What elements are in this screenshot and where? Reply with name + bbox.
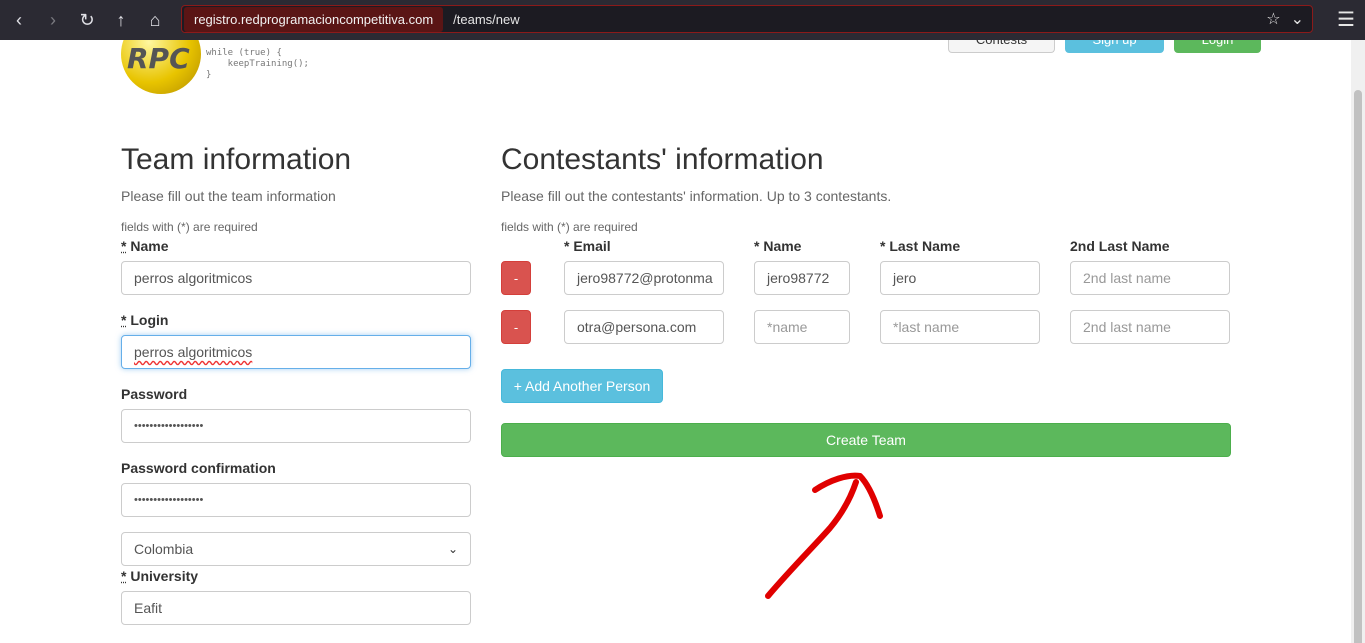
password-label: Password [121, 386, 188, 402]
upload-icon[interactable]: ↑ [106, 5, 136, 35]
page-scrollbar[interactable] [1351, 40, 1365, 643]
scroll-thumb[interactable] [1354, 90, 1362, 643]
col-name-header: * Name [754, 238, 802, 254]
password-confirmation-label: Password confirmation [121, 460, 276, 476]
logo-code-snippet: while (true) { keepTraining(); } [206, 48, 309, 80]
signup-button[interactable]: Sign up [1065, 40, 1164, 53]
contestants-info-title: Contestants' information [501, 143, 824, 176]
remove-contestant-button[interactable]: - [501, 310, 531, 344]
back-icon[interactable]: ‹ [4, 5, 34, 35]
contestant-last-name-input[interactable]: *last name [880, 310, 1040, 344]
home-icon[interactable]: ⌂ [140, 5, 170, 35]
country-select-value: Colombia [134, 541, 194, 557]
contestant-name-input[interactable]: jero98772 [754, 261, 850, 295]
team-login-label: * Login [121, 312, 169, 328]
team-info-subtitle: Please fill out the team information [121, 188, 336, 204]
red-arrow-annotation [765, 472, 883, 599]
remove-contestant-button[interactable]: - [501, 261, 531, 295]
url-path: /teams/new [453, 11, 520, 27]
contestants-info-subtitle: Please fill out the contestants' informa… [501, 188, 892, 204]
contestant-email-input[interactable]: otra@persona.com [564, 310, 724, 344]
forward-icon[interactable]: › [38, 5, 68, 35]
password-input[interactable]: •••••••••••••••••• [121, 409, 471, 443]
browser-toolbar: ‹ › ↻ ↑ ⌂ registro.redprogramacioncompet… [0, 0, 1365, 40]
contestant-last-name-input[interactable]: jero [880, 261, 1040, 295]
url-domain: registro.redprogramacioncompetitiva.com [184, 6, 444, 32]
create-team-button[interactable]: Create Team [501, 423, 1231, 457]
contestant-email-input[interactable]: jero98772@protonma [564, 261, 724, 295]
reload-icon[interactable]: ↻ [72, 5, 102, 35]
contestants-required-note: fields with (*) are required [501, 220, 638, 234]
university-input[interactable]: Eafit [121, 591, 471, 625]
chevron-down-icon: ⌄ [447, 542, 458, 556]
password-confirmation-input[interactable]: •••••••••••••••••• [121, 483, 471, 517]
address-bar[interactable]: registro.redprogramacioncompetitiva.com … [181, 5, 1313, 33]
col-email-header: * Email [564, 238, 611, 254]
chevron-down-icon[interactable]: ⌄ [1291, 9, 1304, 29]
university-label: * University [121, 568, 199, 584]
contestant-second-last-name-input[interactable]: 2nd last name [1070, 261, 1230, 295]
team-login-input[interactable]: perros algoritmicos [121, 335, 471, 369]
contestant-second-last-name-input[interactable]: 2nd last name [1070, 310, 1230, 344]
team-info-title: Team information [121, 143, 352, 176]
country-select[interactable]: Colombia ⌄ [121, 532, 471, 566]
contestant-name-input[interactable]: *name [754, 310, 850, 344]
add-person-button[interactable]: + Add Another Person [501, 369, 663, 403]
col-second-last-name-header: 2nd Last Name [1070, 238, 1170, 254]
logo-text: RPC [127, 42, 190, 75]
hamburger-menu-icon[interactable]: ☰ [1337, 7, 1355, 32]
contests-button[interactable]: Contests [948, 40, 1055, 53]
team-name-input[interactable]: perros algoritmicos [121, 261, 471, 295]
login-button[interactable]: Login [1174, 40, 1261, 53]
rpc-logo[interactable]: RPC [121, 40, 201, 94]
team-required-note: fields with (*) are required [121, 220, 258, 234]
team-name-label: * Name [121, 238, 169, 254]
col-last-name-header: * Last Name [880, 238, 961, 254]
bookmark-star-icon[interactable]: ☆ [1266, 9, 1280, 29]
